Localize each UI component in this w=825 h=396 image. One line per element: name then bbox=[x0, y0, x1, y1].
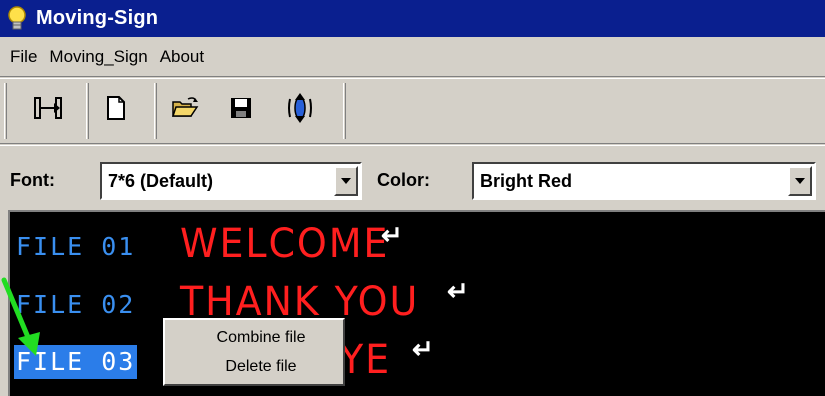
menu-bar: File Moving_Sign About bbox=[0, 37, 825, 77]
menu-moving-sign[interactable]: Moving_Sign bbox=[49, 47, 147, 67]
title-bar[interactable]: Moving-Sign bbox=[0, 0, 825, 37]
color-select-value: Bright Red bbox=[480, 171, 572, 191]
open-folder-icon[interactable] bbox=[170, 93, 200, 123]
toolbar-separator bbox=[86, 83, 89, 139]
font-select[interactable]: 7*6 (Default) bbox=[100, 162, 362, 200]
insert-icon[interactable] bbox=[33, 93, 63, 123]
context-menu: Combine file Delete file bbox=[163, 318, 345, 386]
file-label[interactable]: FILE 01 bbox=[14, 230, 137, 264]
toolbar-separator bbox=[343, 83, 346, 139]
sign-display[interactable]: FILE 01 WELCOME ↵ FILE 02 THANK YOU ↵ FI… bbox=[8, 210, 825, 396]
font-color-bar: Font: 7*6 (Default) Color: Bright Red bbox=[0, 145, 825, 210]
toolbar bbox=[0, 78, 825, 144]
toolbar-grip[interactable] bbox=[4, 83, 7, 139]
menu-about[interactable]: About bbox=[160, 47, 204, 67]
menu-file[interactable]: File bbox=[10, 47, 37, 67]
delete-file-menu-item[interactable]: Delete file bbox=[165, 358, 343, 376]
new-file-icon[interactable] bbox=[101, 93, 131, 123]
toolbar-separator bbox=[154, 83, 157, 139]
chevron-down-icon[interactable] bbox=[334, 166, 358, 196]
message-text[interactable]: YE bbox=[340, 338, 391, 382]
combine-file-menu-item[interactable]: Combine file bbox=[165, 329, 343, 347]
window-title: Moving-Sign bbox=[36, 7, 159, 29]
font-select-value: 7*6 (Default) bbox=[108, 171, 214, 191]
message-text[interactable]: WELCOME bbox=[180, 222, 389, 266]
return-icon: ↵ bbox=[381, 220, 403, 250]
lightbulb-icon bbox=[6, 5, 28, 33]
return-icon: ↵ bbox=[447, 276, 469, 306]
send-icon[interactable] bbox=[285, 93, 315, 123]
app-window: Moving-Sign File Moving_Sign About Font:… bbox=[0, 0, 825, 396]
color-label: Color: bbox=[377, 170, 430, 190]
save-icon[interactable] bbox=[226, 93, 256, 123]
color-select[interactable]: Bright Red bbox=[472, 162, 816, 200]
chevron-down-icon[interactable] bbox=[788, 166, 812, 196]
annotation-arrow-icon bbox=[1, 277, 40, 356]
return-icon: ↵ bbox=[412, 334, 434, 364]
font-label: Font: bbox=[10, 170, 55, 190]
